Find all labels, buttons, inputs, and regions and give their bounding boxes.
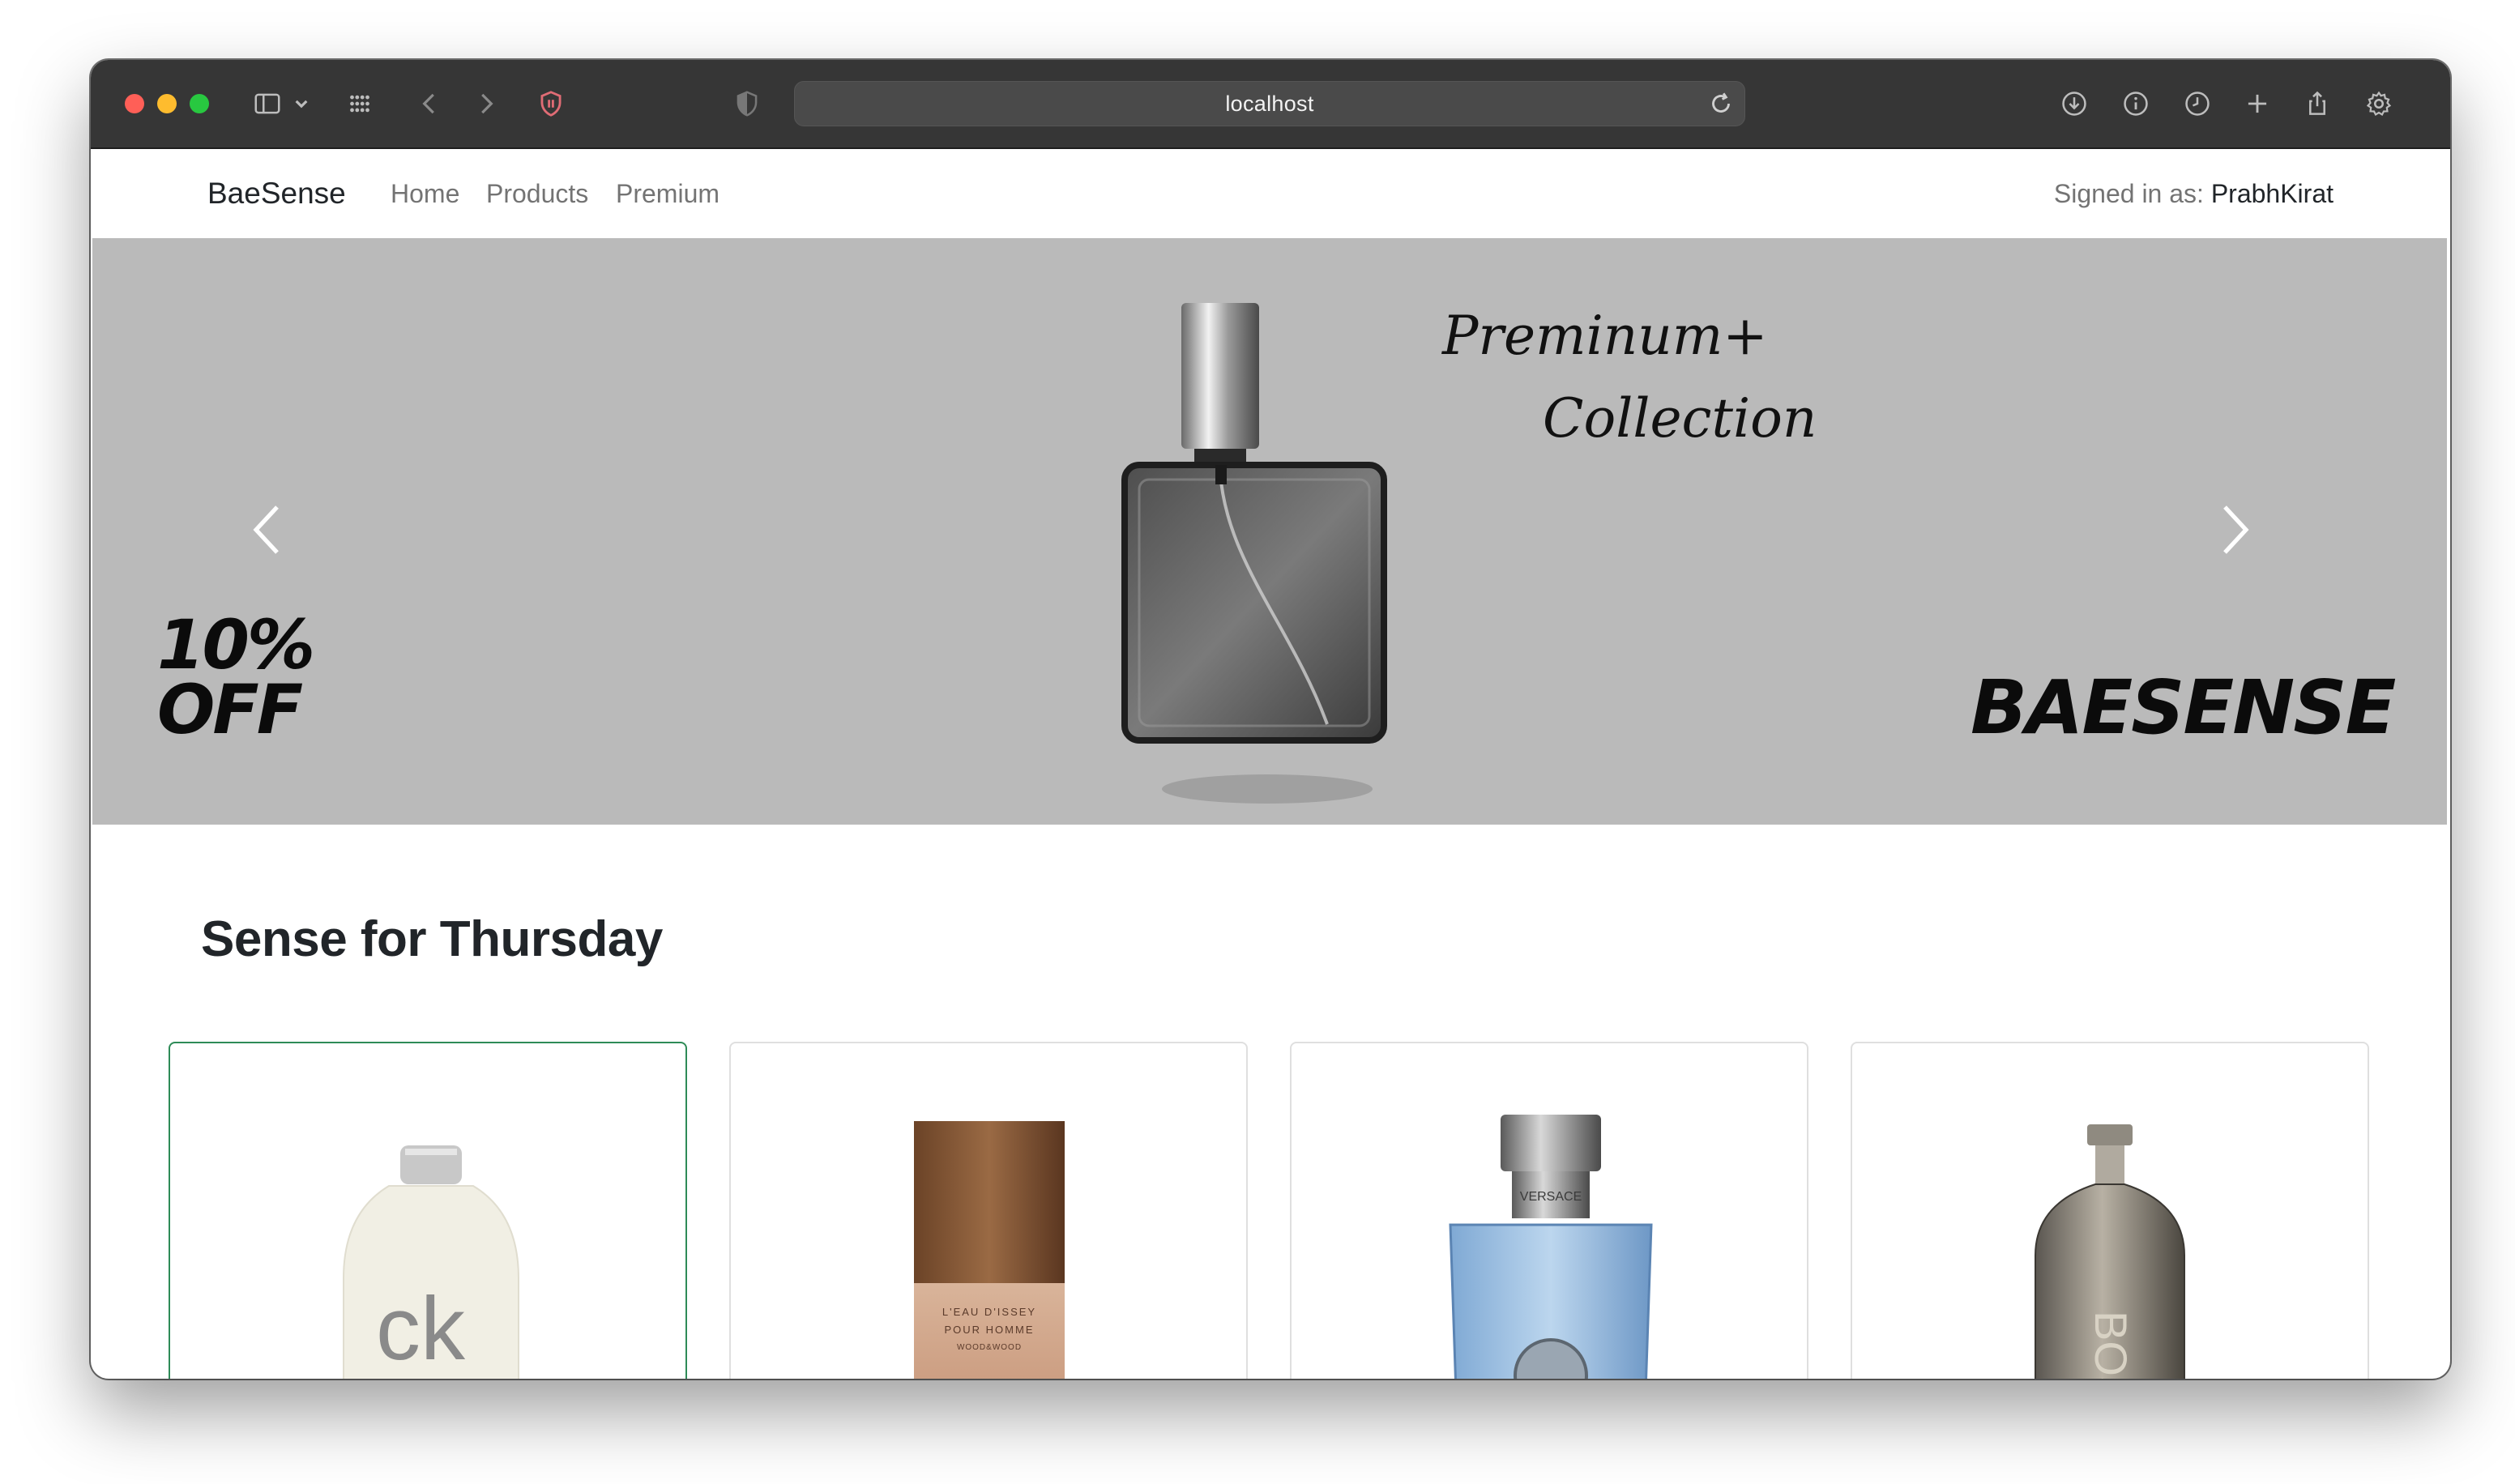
svg-text:WOOD&WOOD: WOOD&WOOD xyxy=(957,1343,1022,1352)
close-window-button[interactable] xyxy=(125,94,144,113)
discount-line2: OFF xyxy=(157,670,303,749)
product-card-versace[interactable]: VERSACE xyxy=(1290,1042,1808,1379)
nav-link-home[interactable]: Home xyxy=(391,149,459,238)
history-icon[interactable] xyxy=(2175,81,2220,126)
product-card-issey[interactable]: L'EAU D'ISSEY POUR HOMME WOOD&WOOD xyxy=(729,1042,1248,1379)
privacy-icon[interactable] xyxy=(724,81,770,126)
perfume-bottle-image xyxy=(1121,303,1387,804)
carousel-next-button[interactable] xyxy=(2202,497,2267,562)
url-text: localhost xyxy=(1225,92,1314,116)
signed-in-status: Signed in as: PrabhKirat xyxy=(2054,149,2334,238)
share-icon[interactable] xyxy=(2295,81,2340,126)
discount-line1: 10% xyxy=(157,605,315,684)
nav-link-products[interactable]: Products xyxy=(486,149,588,238)
section-title: Sense for Thursday xyxy=(201,911,663,967)
promo-brand-text: BAESENSE xyxy=(1971,664,2396,751)
carousel-prev-button[interactable] xyxy=(235,497,300,562)
browser-window: localhost BaeSense Home Products Premium… xyxy=(91,60,2450,1379)
download-icon[interactable] xyxy=(2052,81,2097,126)
chevron-down-icon[interactable] xyxy=(285,81,318,126)
address-bar[interactable]: localhost xyxy=(794,81,1745,126)
issey-bottle-image: L'EAU D'ISSEY POUR HOMME WOOD&WOOD xyxy=(914,1121,1065,1379)
svg-text:POUR HOMME: POUR HOMME xyxy=(945,1324,1035,1336)
svg-text:VERSACE: VERSACE xyxy=(1520,1190,1582,1204)
chevron-left-icon xyxy=(253,505,279,554)
grid-icon[interactable] xyxy=(337,81,382,126)
back-icon[interactable] xyxy=(407,81,452,126)
nav-link-premium[interactable]: Premium xyxy=(616,149,719,238)
browser-toolbar: localhost xyxy=(91,60,2450,149)
ck-bottle-image: ck xyxy=(343,1145,519,1379)
chevron-right-icon xyxy=(2223,505,2249,554)
svg-text:L'EAU D'ISSEY: L'EAU D'ISSEY xyxy=(942,1306,1036,1318)
ck-logo-text: ck xyxy=(376,1279,466,1379)
site-brand-link[interactable]: BaeSense xyxy=(207,149,346,238)
reload-icon[interactable] xyxy=(1706,88,1736,119)
info-icon[interactable] xyxy=(2113,81,2158,126)
settings-icon[interactable] xyxy=(2356,81,2402,126)
hero-carousel: Preminum+ Collection 10% OFF BAESENSE xyxy=(92,238,2447,825)
boss-bottle-image: BOSS xyxy=(2035,1124,2185,1379)
versace-bottle-image: VERSACE xyxy=(1449,1115,1653,1379)
discount-text: 10% OFF xyxy=(157,605,315,749)
minimize-window-button[interactable] xyxy=(157,94,177,113)
product-card-boss[interactable]: BOSS xyxy=(1851,1042,2369,1379)
zoom-window-button[interactable] xyxy=(190,94,209,113)
product-card-ck[interactable]: ck xyxy=(169,1042,687,1379)
site-navbar: BaeSense Home Products Premium Signed in… xyxy=(91,149,2450,238)
shield-icon[interactable] xyxy=(528,81,574,126)
signed-in-user-link[interactable]: PrabhKirat xyxy=(2211,179,2334,208)
svg-text:BOSS: BOSS xyxy=(2086,1311,2137,1379)
promo-script-line1: Preminum+ xyxy=(1442,305,1768,367)
promo-script-line2: Collection xyxy=(1543,387,1817,450)
new-tab-icon[interactable] xyxy=(2235,81,2280,126)
signed-in-label: Signed in as: xyxy=(2053,179,2211,208)
forward-icon[interactable] xyxy=(463,81,509,126)
sidebar-icon[interactable] xyxy=(245,81,290,126)
